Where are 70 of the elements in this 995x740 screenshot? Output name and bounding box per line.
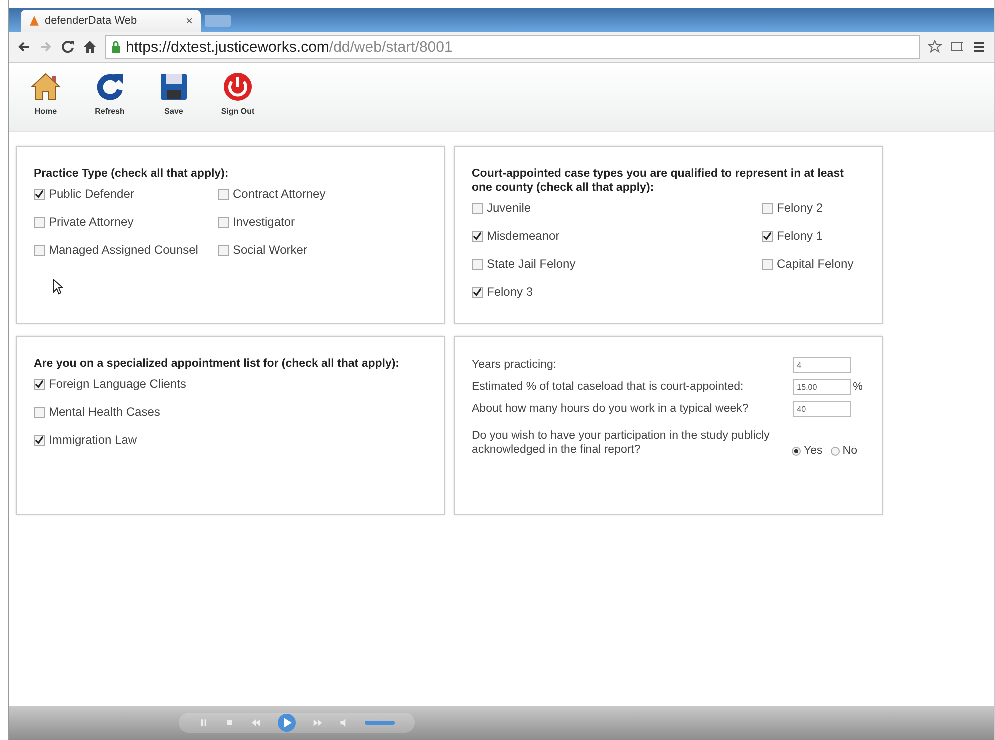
checkbox-label: Foreign Language Clients — [49, 377, 186, 391]
radio-label: Yes — [804, 445, 823, 457]
checkbox[interactable] — [472, 230, 483, 242]
checkbox-label: Capital Felony — [777, 257, 854, 271]
address-bar[interactable]: https://dxtest.justiceworks.com/dd/web/start/8001 — [105, 35, 920, 59]
checkbox[interactable] — [762, 230, 773, 242]
tab-title: defenderData Web — [45, 15, 138, 27]
checkbox-label: Private Attorney — [49, 215, 134, 229]
toolbar-button[interactable]: Refresh — [87, 71, 133, 131]
panel-heading: Are you on a specialized appointment list for (check all that apply): — [34, 357, 401, 371]
checkbox[interactable] — [762, 202, 773, 214]
checkbox[interactable] — [472, 286, 483, 298]
checkbox[interactable] — [34, 216, 45, 228]
lock-icon — [111, 41, 121, 53]
field-label: Estimated % of total caseload that is court-appointed: — [472, 381, 745, 393]
fast-forward-icon[interactable] — [313, 718, 323, 728]
checkbox-label: State Jail Felony — [487, 257, 576, 271]
checkbox-label: Contract Attorney — [233, 187, 326, 201]
toolbar-button[interactable]: Sign Out — [215, 71, 261, 131]
checkbox[interactable] — [34, 378, 45, 390]
checkbox-label: Social Worker — [233, 243, 308, 257]
input-field[interactable]: 40 — [793, 401, 852, 417]
pause-icon[interactable] — [199, 718, 209, 728]
stop-icon[interactable] — [225, 718, 235, 728]
checkbox[interactable] — [34, 188, 45, 200]
checkbox[interactable] — [218, 216, 229, 228]
checkbox[interactable] — [218, 244, 229, 256]
radio-label: No — [842, 445, 858, 457]
checkbox-label: Mental Health Cases — [49, 405, 160, 419]
checkbox[interactable] — [472, 258, 483, 270]
unit-label: % — [853, 381, 864, 393]
checkbox[interactable] — [34, 434, 45, 446]
star-icon[interactable] — [928, 40, 942, 54]
power-icon — [222, 71, 254, 103]
field-label: Do you wish to have your participation in the study publicly acknowledged in the final report? — [472, 429, 771, 457]
field-label: About how many hours do you work in a typical week? — [472, 403, 750, 415]
menu-icon[interactable] — [972, 40, 986, 54]
input-field[interactable]: 4 — [793, 357, 852, 373]
panel-heading: Court-appointed case types you are qualified to represent in at least one county (check all that apply): — [472, 167, 845, 195]
toolbar-button[interactable]: Save — [151, 71, 197, 131]
mouse-pointer-icon — [53, 279, 63, 295]
checkbox-label: Felony 3 — [487, 285, 534, 299]
checkbox-label: Immigration Law — [49, 433, 138, 447]
checkbox-label: Juvenile — [487, 201, 532, 215]
checkbox[interactable] — [472, 202, 483, 214]
checkbox[interactable] — [34, 244, 45, 256]
field-label: Years practicing: — [472, 359, 558, 371]
play-icon[interactable] — [277, 713, 297, 733]
radio-button[interactable] — [792, 446, 801, 456]
browser-tab[interactable]: defenderData Web × — [21, 10, 201, 32]
rewind-icon[interactable] — [251, 718, 261, 728]
home-icon[interactable] — [83, 40, 97, 54]
close-tab-button[interactable]: × — [186, 14, 193, 28]
checkbox-label: Investigator — [233, 215, 296, 229]
forward-icon[interactable] — [39, 40, 53, 54]
toolbar-button[interactable]: Home — [23, 71, 69, 131]
checkbox-label: Felony 2 — [777, 201, 824, 215]
checkbox[interactable] — [762, 258, 773, 270]
reload-icon[interactable] — [61, 40, 75, 54]
panel-heading: Practice Type (check all that apply): — [34, 167, 230, 181]
checkbox-label: Public Defender — [49, 187, 134, 201]
checkbox[interactable] — [218, 188, 229, 200]
house-icon — [30, 71, 62, 103]
input-field[interactable]: 15.00 — [793, 379, 852, 395]
checkbox[interactable] — [34, 406, 45, 418]
checkbox-label: Managed Assigned Counsel — [49, 243, 198, 257]
checkbox-label: Felony 1 — [777, 229, 824, 243]
checkbox-label: Misdemeanor — [487, 229, 560, 243]
radio-button[interactable] — [830, 446, 840, 456]
back-icon[interactable] — [17, 40, 31, 54]
